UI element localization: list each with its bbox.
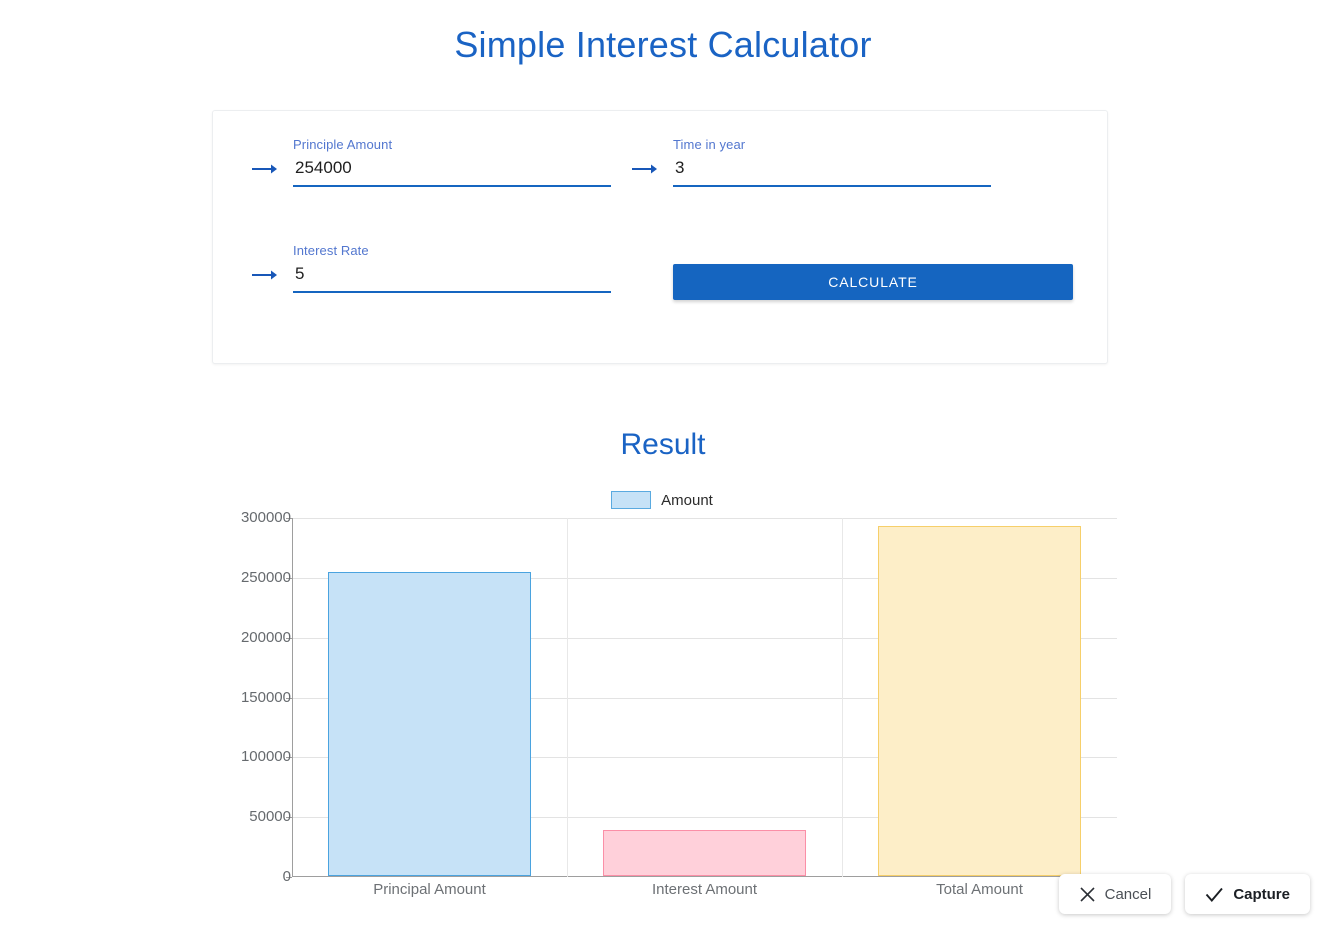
chart-legend: Amount [212,485,1112,515]
chart-bar[interactable] [878,526,1081,876]
calculator-form-card: Principle Amount Time in year Interest R… [212,110,1108,364]
arrow-right-icon [251,159,281,179]
x-tick-label: Interest Amount [651,881,758,898]
time-in-year-input[interactable] [673,155,991,187]
capture-label: Capture [1233,885,1290,903]
app-root: Simple Interest Calculator Principle Amo… [0,0,1326,930]
principle-amount-input[interactable] [293,155,611,187]
y-tick-label: 0 [282,868,291,885]
arrow-right-icon [631,159,661,179]
capture-button[interactable]: Capture [1185,874,1310,914]
y-tick-label: 250000 [240,568,291,586]
y-tick-label: 50000 [249,808,291,826]
y-tick-label: 100000 [240,748,291,766]
x-axis-line [292,876,1117,877]
field-principle-amount: Principle Amount [251,131,611,209]
cancel-button[interactable]: Cancel [1058,874,1172,914]
y-tick-label: 150000 [240,688,291,706]
close-icon [1079,886,1096,903]
cancel-label: Cancel [1104,885,1152,903]
legend-label-amount: Amount [661,491,713,509]
chart-bar[interactable] [603,830,806,876]
field-label-interest-rate: Interest Rate [293,243,369,258]
page-title: Simple Interest Calculator [454,24,872,65]
field-time-in-year: Time in year [631,131,991,209]
capture-toolbar: Cancel Capture [1058,874,1310,914]
arrow-right-icon [251,265,281,285]
chart-plot-area: 0 50000 100000 150000 200000 250000 300000 Prin… [241,509,1117,898]
legend-swatch-amount [611,491,652,509]
check-icon [1205,886,1224,903]
interest-rate-input[interactable] [293,261,611,293]
result-bar-chart: Amount 0 50000 100000 150000 200000 250000 300… [212,485,1117,915]
x-tick-label: Principal Amount [373,881,486,898]
x-gridline [567,518,568,877]
chart-bar[interactable] [328,572,531,876]
field-interest-rate: Interest Rate [251,237,611,315]
y-gridline [293,518,1117,519]
y-tick-label: 200000 [240,628,291,646]
calculate-button[interactable]: CALCULATE [673,264,1073,300]
y-tick-label: 300000 [240,509,291,526]
field-label-time-in-year: Time in year [673,137,746,152]
result-heading: Result [620,428,706,461]
field-label-principle-amount: Principle Amount [293,137,393,152]
x-gridline [842,518,843,877]
